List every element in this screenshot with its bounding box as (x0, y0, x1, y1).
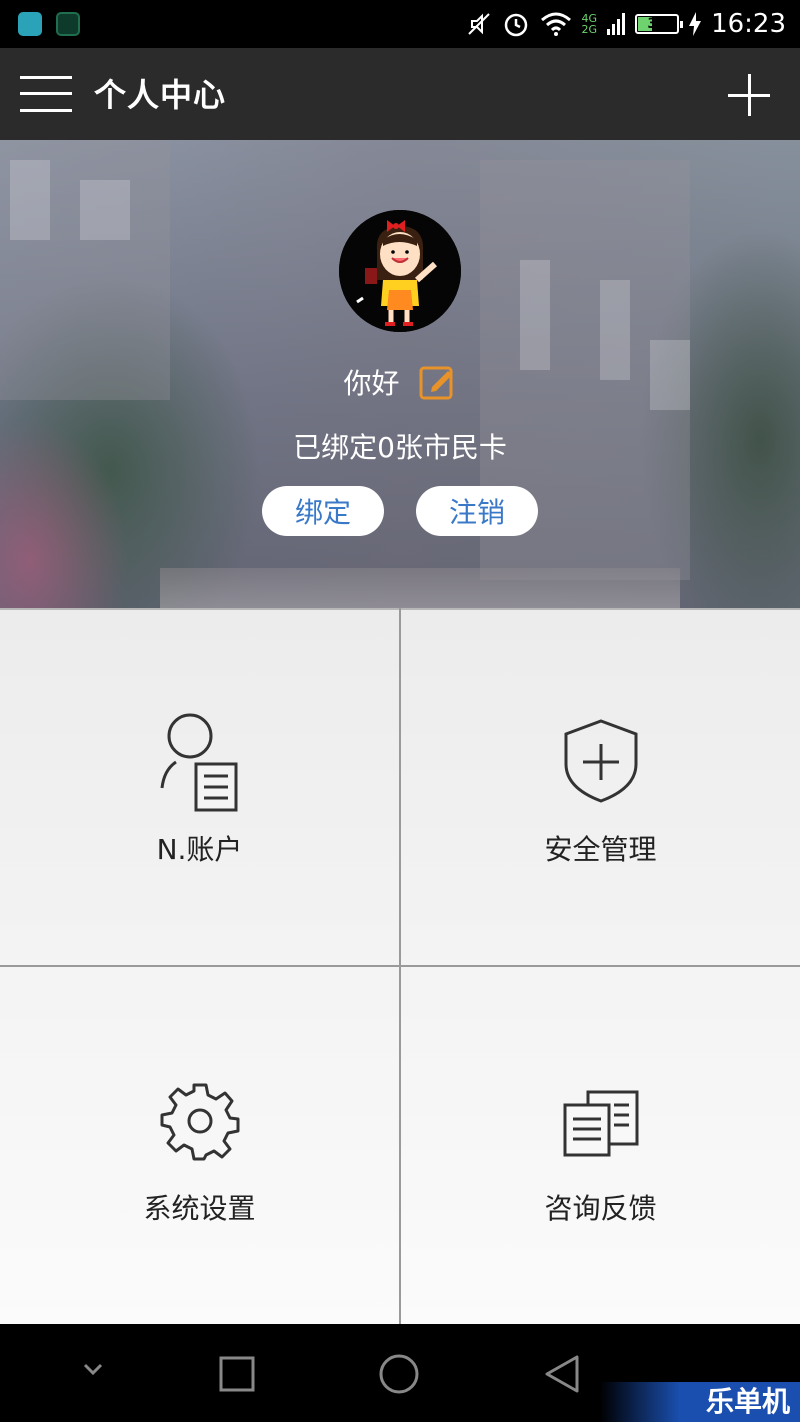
menu-icon[interactable] (20, 76, 72, 112)
back-icon[interactable] (543, 1354, 581, 1394)
system-nav-bar: 乐单机 (0, 1324, 800, 1422)
feedback-tile[interactable]: 咨询反馈 (401, 967, 800, 1324)
app-notification-icon (18, 12, 42, 36)
add-icon[interactable] (728, 74, 770, 116)
avatar[interactable] (339, 210, 461, 332)
gear-icon (160, 1083, 239, 1161)
app-bar: 个人中心 (0, 48, 800, 140)
feature-grid: N.账户 安全管理 系统设置 咨询反馈 (0, 608, 800, 1324)
alarm-icon (504, 13, 527, 37)
edit-icon[interactable] (418, 363, 456, 401)
account-icon (160, 713, 237, 812)
security-tile[interactable]: 安全管理 (401, 608, 800, 965)
wechat-notification-icon (56, 12, 80, 36)
profile-header: 你好 已绑定0张市民卡 绑定 注销 (0, 140, 800, 608)
watermark-logo: 乐单机 (600, 1382, 800, 1422)
user-name: 你好 (343, 367, 400, 400)
shield-icon (564, 719, 637, 803)
settings-label: 系统设置 (143, 1192, 256, 1225)
signal-icon (607, 13, 626, 35)
network-2g-label: 2G (581, 23, 598, 36)
status-bar: 4G 2G 34 16:23 (0, 0, 800, 48)
document-icon (563, 1090, 638, 1157)
recent-apps-icon[interactable] (219, 1356, 255, 1392)
hide-nav-icon[interactable] (82, 1362, 104, 1376)
logout-button[interactable]: 注销 (416, 486, 538, 536)
settings-tile[interactable]: 系统设置 (0, 967, 399, 1324)
card-binding-status: 已绑定0张市民卡 (293, 431, 507, 464)
battery-icon: 34 (635, 14, 684, 34)
battery-level: 34 (647, 16, 667, 32)
account-label: N.账户 (156, 833, 243, 866)
charging-icon (689, 12, 702, 36)
clock: 16:23 (711, 9, 786, 39)
wifi-icon (540, 12, 571, 36)
feedback-label: 咨询反馈 (544, 1192, 657, 1225)
home-icon[interactable] (379, 1354, 419, 1394)
security-label: 安全管理 (544, 833, 657, 866)
bind-button[interactable]: 绑定 (262, 486, 384, 536)
account-tile[interactable]: N.账户 (0, 608, 399, 965)
mute-icon (467, 13, 490, 35)
page-title: 个人中心 (94, 76, 227, 114)
